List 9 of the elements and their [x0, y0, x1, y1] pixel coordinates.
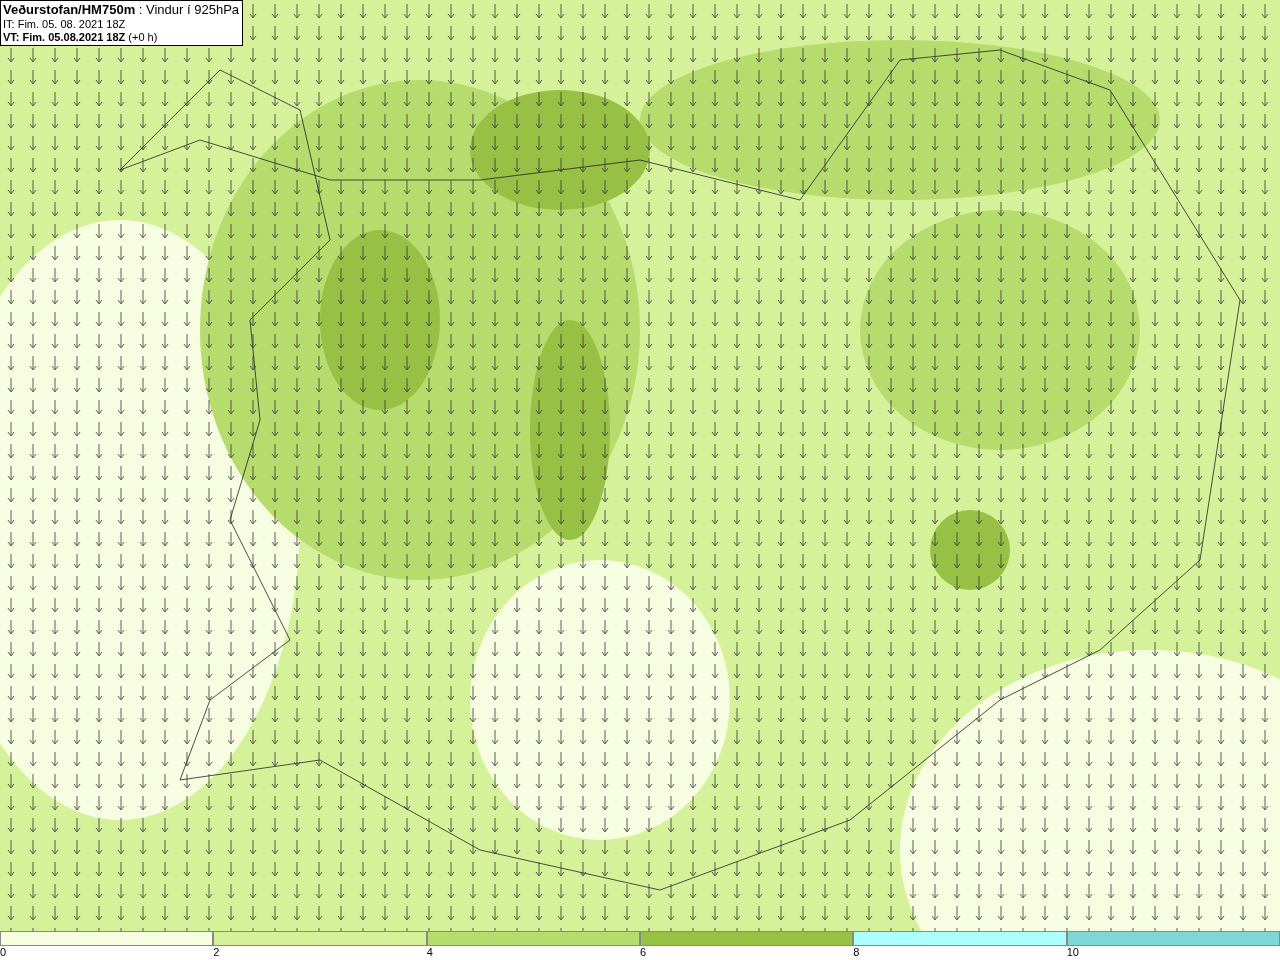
valid-time: VT: Fim. 05.08.2021 18Z (+0 h) [3, 30, 159, 44]
legend-tick-label: 10 [1066, 946, 1079, 959]
legend-tick-label: 2 [213, 946, 220, 959]
issue-time: IT: Fim. 05. 08. 2021 18Z [3, 17, 127, 31]
legend-tick-label: 8 [853, 946, 860, 959]
legend-tick-label: 6 [640, 946, 647, 959]
legend-tick-label: 0 [0, 946, 7, 959]
legend-tick-label: 4 [426, 946, 433, 959]
map-title: Veðurstofan/HM750m : Vindur í 925hPa [3, 2, 240, 18]
